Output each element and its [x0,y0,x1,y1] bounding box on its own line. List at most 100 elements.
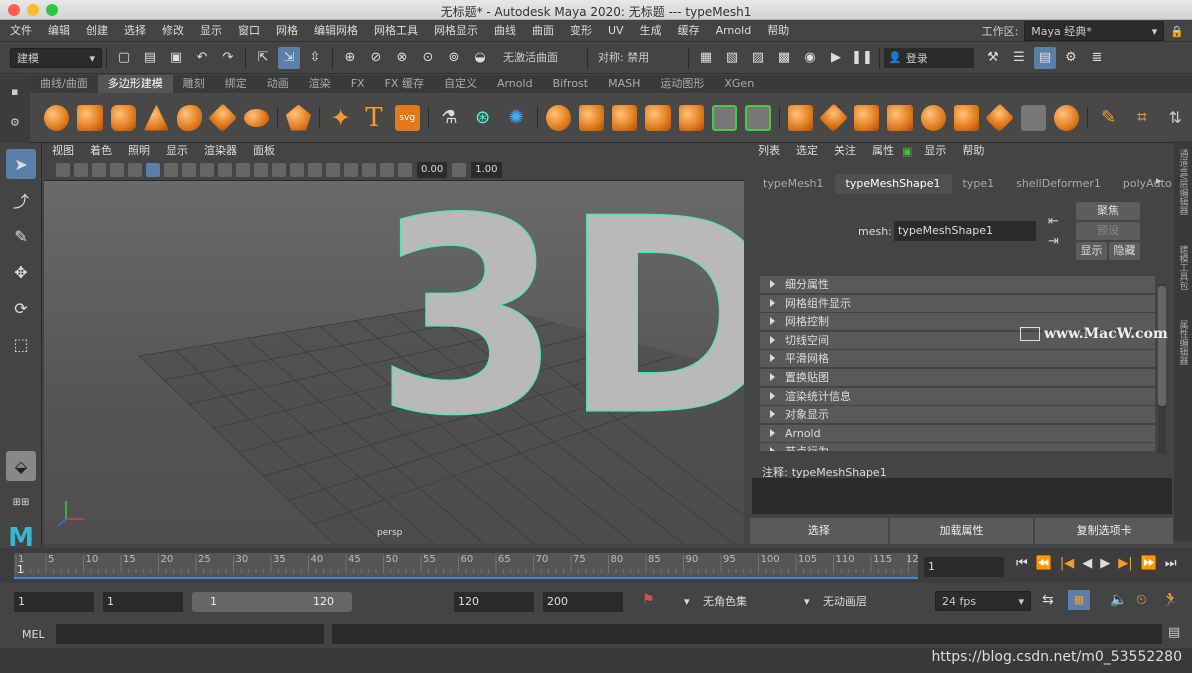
grid-toggle-icon[interactable] [128,162,142,177]
select-hierarchy-icon[interactable]: ⇱ [252,47,274,69]
render-settings-icon[interactable]: ▩ [773,47,795,69]
channel-box-toggle-icon[interactable]: ▤ [1034,46,1056,69]
attribute-section-4[interactable]: 平滑网格 [760,350,1155,368]
ae-tab-4[interactable]: polyAuto [1112,174,1183,194]
render-frame-icon[interactable]: ▧ [721,47,743,69]
menu-item-9[interactable]: 网格工具 [366,20,426,42]
exposure-icon[interactable] [398,162,412,177]
mirror-icon[interactable] [612,104,638,131]
snap-curve-icon[interactable]: ⊘ [365,47,387,69]
attribute-section-9[interactable]: 节点行为 [760,443,1155,452]
menu-item-2[interactable]: 创建 [78,20,116,42]
separate-icon[interactable] [578,104,605,131]
snap-surface-icon[interactable]: ⊚ [443,47,465,69]
snap-point-icon[interactable]: ⊗ [391,47,413,69]
viewport-menu-1[interactable]: 着色 [82,143,120,159]
shelf-tab-5[interactable]: 渲染 [299,75,341,93]
menu-item-11[interactable]: 曲线 [486,20,524,42]
single-perspective-layout-icon[interactable]: ⬙ [6,451,36,481]
ae-menu-0[interactable]: 列表 [750,141,788,161]
shelf-tab-6[interactable]: FX [341,75,375,93]
shelf-tab-9[interactable]: Arnold [487,75,543,93]
attribute-section-8[interactable]: Arnold [760,424,1155,442]
attribute-section-1[interactable]: 网格组件显示 [760,294,1155,312]
menu-set-dropdown[interactable]: 建模 ▾ [10,47,102,68]
step-back-frame-icon[interactable]: |◀ [1060,556,1074,571]
auto-key-icon[interactable]: ⚑ [642,592,655,608]
default-material-icon[interactable] [182,162,196,177]
fill-hole-icon[interactable] [887,104,913,131]
svg-icon[interactable]: svg [394,104,420,131]
select-button[interactable]: 选择 [750,518,888,544]
viewport-menu-0[interactable]: 视图 [44,143,82,159]
target-weld-icon[interactable] [954,104,980,131]
current-frame-marker[interactable]: 1 [17,563,24,576]
textured-icon[interactable] [200,162,214,177]
menu-item-12[interactable]: 曲面 [524,20,562,42]
undo-icon[interactable]: ↶ [191,47,213,69]
ae-focus-icon[interactable]: ▣ [902,145,912,158]
shelf-tab-12[interactable]: 运动图形 [650,75,714,93]
step-back-key-icon[interactable]: ⏪ [1036,556,1052,571]
perspective-viewport[interactable]: 3D persp [44,181,744,544]
symmetry-field[interactable]: 对称: 禁用 [592,48,684,68]
menu-item-14[interactable]: UV [600,20,632,42]
poly-sphere-icon[interactable] [44,104,70,131]
save-scene-icon[interactable]: ▣ [165,47,187,69]
poly-cone-icon[interactable] [143,104,170,131]
uv-editor-icon[interactable]: ✎ [1096,105,1121,131]
modeling-toolkit-icon[interactable]: ⚒ [982,47,1004,69]
scrollbar-thumb[interactable] [1158,286,1166,406]
presets-button[interactable]: 预设 [1076,222,1140,240]
mel-label[interactable]: MEL [22,628,45,641]
attribute-editor-toggle-icon[interactable]: ☰ [1008,47,1030,69]
hide-button[interactable]: 隐藏 [1109,242,1140,260]
menu-item-17[interactable]: Arnold [708,20,760,42]
scene-end-field[interactable]: 200 [543,592,623,612]
ae-tab-0[interactable]: typeMesh1 [752,174,835,194]
lights-icon[interactable] [218,162,232,177]
reduce-icon[interactable] [711,104,738,131]
ae-menu-4[interactable]: 显示 [916,141,954,161]
layer-editor-icon[interactable]: ≣ [1086,47,1108,69]
shelf-tab-2[interactable]: 雕刻 [173,75,215,93]
show-button[interactable]: 显示 [1076,242,1107,260]
current-frame-field[interactable]: 1 [924,557,1004,577]
time-ruler[interactable]: 1 5 10 15 20 25 30 35 40 45 50 55 60 65 70 75 80 85 90 95 10… [14,553,919,579]
poke-icon[interactable] [1053,104,1080,131]
animation-prefs-icon[interactable]: ⏲ [1136,592,1147,608]
mesh-delete-icon[interactable]: ⊛ [470,105,495,131]
anim-layer-dropdown[interactable]: ▾ 无动画层 [804,592,914,612]
collapse-icon[interactable] [1020,104,1046,131]
menu-item-13[interactable]: 变形 [562,20,600,42]
new-scene-icon[interactable]: ▢ [113,47,135,69]
poly-torus-icon[interactable] [177,104,203,131]
tool-settings-icon[interactable]: ⚙ [1060,47,1082,69]
mesh-name-field[interactable]: typeMeshShape1 [894,221,1036,241]
shelf-tab-1[interactable]: 多边形建模 [97,75,173,93]
shelf-tab-10[interactable]: Bifrost [543,75,599,93]
shelf-tab-4[interactable]: 动画 [257,75,299,93]
menu-item-3[interactable]: 选择 [116,20,154,42]
gamma-value[interactable]: 1.00 [471,161,502,178]
attribute-section-6[interactable]: 渲染统计信息 [760,387,1155,405]
range-slider[interactable]: 1 120 [192,592,352,612]
multi-cut-icon[interactable] [920,104,946,131]
xray-icon[interactable] [344,162,358,177]
image-plane-icon[interactable] [110,162,124,177]
scene-start-field[interactable]: 1 [14,592,94,612]
attribute-section-7[interactable]: 对象显示 [760,406,1155,424]
bevel-icon[interactable] [854,104,880,131]
menu-item-15[interactable]: 生成 [632,20,670,42]
playback-end-field[interactable]: 120 [454,592,534,612]
shelf-tab-0[interactable]: 曲线/曲面 [30,75,98,93]
screen-space-ao-icon[interactable] [254,162,268,177]
camera-attributes-icon[interactable] [74,162,88,177]
platonic-solid-icon[interactable] [285,104,312,131]
wireframe-icon[interactable] [146,162,160,177]
four-view-layout-icon[interactable]: ⊞⊞ [6,487,36,517]
output-connection-icon[interactable]: ⇥ [1048,234,1059,249]
xray-active-icon[interactable] [380,162,394,177]
ae-tab-1[interactable]: typeMeshShape1 [834,174,952,194]
ae-menu-1[interactable]: 选定 [788,141,826,161]
